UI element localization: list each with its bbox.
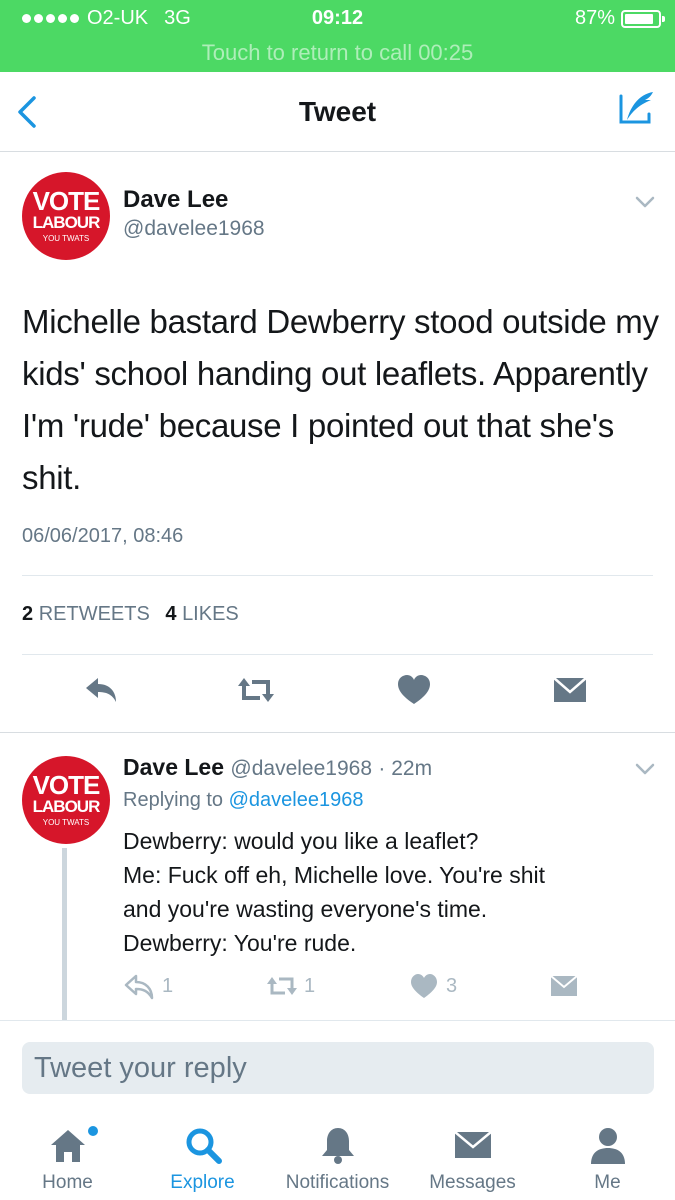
retweets-stat[interactable]: 2 RETWEETS (22, 603, 150, 625)
battery-icon (621, 9, 665, 28)
reply-time: · 22m (378, 757, 433, 780)
author-name[interactable]: Dave Lee (123, 186, 228, 214)
search-icon (186, 1128, 222, 1164)
avatar[interactable]: VOTE LABOUR YOU TWATS (22, 172, 110, 260)
divider (0, 1020, 675, 1021)
compose-tweet-icon[interactable] (615, 88, 657, 130)
chevron-down-icon[interactable] (634, 762, 656, 776)
reply-author-name[interactable]: Dave Lee (123, 754, 224, 780)
reply-count: 1 (162, 974, 174, 997)
avatar-text-sub: YOU TWATS (42, 818, 90, 827)
tab-home[interactable]: Home (0, 1112, 135, 1200)
divider (22, 654, 653, 655)
avatar-text-labour: LABOUR (32, 213, 101, 232)
battery-percentage: 87% (574, 7, 615, 29)
page-title: Tweet (298, 96, 377, 127)
reply-text-line: and you're wasting everyone's time. (123, 896, 488, 922)
return-to-call-banner[interactable]: Touch to return to call 00:25 (0, 40, 675, 66)
divider (22, 575, 653, 576)
home-icon (51, 1130, 85, 1162)
replying-to: Replying to @davelee1968 (123, 789, 364, 811)
envelope-icon (454, 1131, 492, 1158)
status-bar: O2-UK 3G 09:12 87% Touch to return to ca… (0, 0, 675, 72)
author-handle[interactable]: @davelee1968 (123, 217, 265, 241)
avatar-text-vote: VOTE (32, 770, 101, 800)
retweet-icon (267, 977, 297, 995)
tab-label: Messages (429, 1172, 516, 1193)
reply-icon (124, 974, 154, 1000)
reply-text-line: Dewberry: You're rude. (123, 930, 357, 956)
reply-input[interactable] (22, 1042, 654, 1094)
reply-avatar[interactable]: VOTE LABOUR YOU TWATS (22, 756, 110, 844)
notification-dot (88, 1126, 98, 1136)
retweet-count: 1 (304, 974, 316, 997)
tweet-stats: 2 RETWEETS 4 LIKES (22, 603, 239, 626)
tweet-text: Michelle bastard Dewberry stood outside … (22, 303, 659, 496)
direct-message-icon (550, 975, 578, 996)
replying-to-link[interactable]: @davelee1968 (229, 789, 364, 811)
navigation-bar: Tweet (0, 72, 675, 152)
like-count: 3 (446, 974, 458, 997)
tab-label: Notifications (285, 1172, 390, 1193)
bell-icon (322, 1128, 354, 1164)
reply-action-retweet[interactable]: 1 (266, 972, 315, 1000)
avatar-text-vote: VOTE (32, 186, 101, 216)
reply-header: Dave Lee @davelee1968 · 22m (123, 754, 432, 781)
tab-label: Home (42, 1172, 93, 1193)
tab-label: Me (594, 1172, 621, 1193)
reply-action-message[interactable] (548, 972, 580, 1000)
tab-messages[interactable]: Messages (405, 1112, 540, 1200)
tab-me[interactable]: Me (540, 1112, 675, 1200)
like-heart-icon[interactable] (394, 670, 434, 710)
reply-text-line: Dewberry: would you like a leaflet? (123, 828, 479, 854)
reply-icon[interactable] (82, 670, 122, 710)
reply-actions: 1 1 3 (0, 972, 675, 1004)
tab-bar: Home Explore Notifications Messages Me (0, 1112, 675, 1200)
tab-notifications[interactable]: Notifications (270, 1112, 405, 1200)
direct-message-icon[interactable] (550, 670, 590, 710)
clock: 09:12 (311, 7, 364, 29)
retweet-icon[interactable] (236, 670, 276, 710)
tab-label: Explore (170, 1172, 235, 1193)
avatar-text-sub: YOU TWATS (42, 234, 90, 243)
reply-author-handle[interactable]: @davelee1968 (230, 757, 372, 780)
like-heart-icon (411, 974, 437, 998)
reply-action-like[interactable]: 3 (408, 972, 457, 1000)
reply-text: Dewberry: would you like a leaflet? Me: … (123, 824, 663, 960)
reply-text-line: Me: Fuck off eh, Michelle love. You're s… (123, 862, 546, 888)
avatar-text-labour: LABOUR (32, 797, 101, 816)
reply-action-reply[interactable]: 1 (124, 972, 173, 1000)
person-icon (591, 1128, 625, 1164)
tweet-timestamp: 06/06/2017, 08:46 (22, 525, 184, 547)
tweet-actions (0, 670, 675, 720)
likes-stat[interactable]: 4 LIKES (165, 603, 238, 625)
divider (0, 732, 675, 733)
tab-explore[interactable]: Explore (135, 1112, 270, 1200)
chevron-down-icon[interactable] (634, 195, 656, 209)
